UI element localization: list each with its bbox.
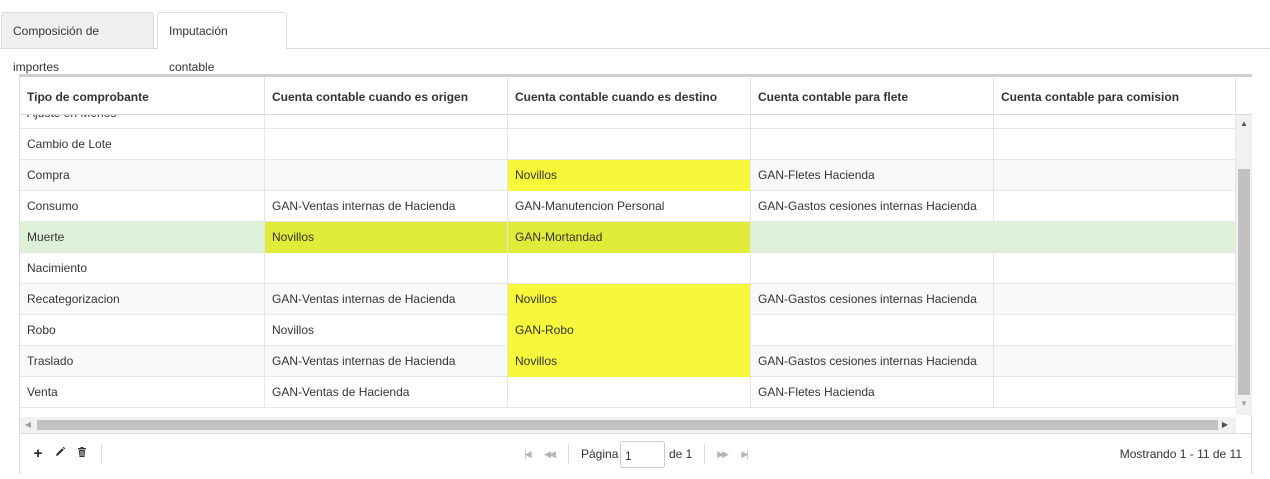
pager-separator bbox=[704, 444, 705, 464]
cell-comision bbox=[994, 377, 1236, 408]
cell-comision bbox=[994, 284, 1236, 315]
cell-comision bbox=[994, 253, 1236, 284]
cell-destino bbox=[508, 377, 751, 408]
cell-origen bbox=[265, 115, 508, 129]
cell-origen: GAN-Ventas internas de Hacienda bbox=[265, 346, 508, 377]
cell-destino: Novillos bbox=[508, 284, 751, 315]
trash-icon[interactable] bbox=[74, 446, 90, 462]
cell-flete: GAN-Gastos cesiones internas Hacienda bbox=[751, 346, 994, 377]
table-row[interactable]: Traslado GAN-Ventas internas de Hacienda… bbox=[20, 346, 1236, 377]
cell-tipo: Nacimiento bbox=[20, 253, 265, 284]
scroll-up-icon[interactable]: ▲ bbox=[1236, 119, 1252, 129]
scroll-down-icon[interactable]: ▼ bbox=[1236, 399, 1252, 409]
column-header-cuenta-destino[interactable]: Cuenta contable cuando es destino bbox=[508, 77, 751, 115]
column-header-cuenta-comision[interactable]: Cuenta contable para comision bbox=[994, 77, 1236, 115]
pencil-icon[interactable] bbox=[52, 446, 68, 462]
cell-flete: GAN-Fletes Hacienda bbox=[751, 160, 994, 191]
first-page-icon[interactable]: |◀ bbox=[519, 446, 535, 462]
cell-comision bbox=[994, 160, 1236, 191]
table-row[interactable]: Cambio de Lote bbox=[20, 129, 1236, 160]
cell-origen: Novillos bbox=[265, 315, 508, 346]
cell-comision bbox=[994, 129, 1236, 160]
toolbar-separator bbox=[101, 444, 102, 464]
accounting-grid: Tipo de comprobante Cuenta contable cuan… bbox=[19, 74, 1252, 474]
horizontal-scroll-thumb[interactable] bbox=[37, 420, 1218, 430]
tab-bar: Composición de importes Imputación conta… bbox=[0, 0, 1270, 74]
cell-tipo: Robo bbox=[20, 315, 265, 346]
cell-flete bbox=[751, 129, 994, 160]
record-count-label: Mostrando 1 - 11 de 11 bbox=[1119, 447, 1242, 461]
cell-tipo: Recategorizacion bbox=[20, 284, 265, 315]
cell-flete bbox=[751, 222, 994, 253]
cell-destino: GAN-Mortandad bbox=[508, 222, 751, 253]
cell-origen bbox=[265, 253, 508, 284]
cell-comision bbox=[994, 115, 1236, 129]
column-header-tipo-comprobante[interactable]: Tipo de comprobante bbox=[20, 77, 265, 115]
scroll-right-icon[interactable]: ▶ bbox=[1220, 417, 1230, 433]
cell-origen: GAN-Ventas internas de Hacienda bbox=[265, 284, 508, 315]
cell-flete: GAN-Gastos cesiones internas Hacienda bbox=[751, 284, 994, 315]
scroll-left-icon[interactable]: ◀ bbox=[23, 417, 33, 433]
horizontal-scrollbar[interactable]: ◀ ▶ bbox=[20, 417, 1236, 433]
cell-destino bbox=[508, 115, 751, 129]
header-scroll-corner bbox=[1236, 77, 1252, 115]
pager-separator bbox=[568, 444, 569, 464]
column-header-cuenta-origen[interactable]: Cuenta contable cuando es origen bbox=[265, 77, 508, 115]
plus-icon[interactable]: + bbox=[30, 446, 46, 462]
table-row[interactable]: Consumo GAN-Ventas internas de Hacienda … bbox=[20, 191, 1236, 222]
table-row[interactable]: Compra Novillos GAN-Fletes Hacienda bbox=[20, 160, 1236, 191]
cell-comision bbox=[994, 346, 1236, 377]
table-row[interactable]: Nacimiento bbox=[20, 253, 1236, 284]
cell-origen: GAN-Ventas de Hacienda bbox=[265, 377, 508, 408]
cell-origen: GAN-Ventas internas de Hacienda bbox=[265, 191, 508, 222]
page-count-label: de 1 bbox=[669, 447, 693, 461]
cell-flete bbox=[751, 315, 994, 346]
cell-flete bbox=[751, 253, 994, 284]
table-row[interactable]: Ajuste en Menos bbox=[20, 115, 1236, 129]
cell-comision bbox=[994, 191, 1236, 222]
cell-destino bbox=[508, 253, 751, 284]
cell-tipo: Consumo bbox=[20, 191, 265, 222]
cell-destino bbox=[508, 129, 751, 160]
tab-composicion-importes[interactable]: Composición de importes bbox=[1, 12, 154, 74]
cell-flete bbox=[751, 115, 994, 129]
grid-body: Ajuste en Menos Cambio de Lote Compra No… bbox=[20, 115, 1236, 415]
cell-destino: GAN-Manutencion Personal bbox=[508, 191, 751, 222]
table-row[interactable]: Recategorizacion GAN-Ventas internas de … bbox=[20, 284, 1236, 315]
next-page-icon[interactable]: ▶▶ bbox=[714, 446, 730, 462]
cell-flete: GAN-Gastos cesiones internas Hacienda bbox=[751, 191, 994, 222]
grid-header: Tipo de comprobante Cuenta contable cuan… bbox=[20, 77, 1236, 115]
table-row[interactable]: Robo Novillos GAN-Robo bbox=[20, 315, 1236, 346]
vertical-scroll-thumb[interactable] bbox=[1238, 169, 1250, 395]
cell-origen bbox=[265, 160, 508, 191]
cell-destino: Novillos bbox=[508, 160, 751, 191]
cell-tipo: Cambio de Lote bbox=[20, 129, 265, 160]
pager-toolbar: + |◀ ◀◀ Página de 1 ▶▶ ▶| Mostrando 1 - bbox=[20, 433, 1251, 474]
cell-flete: GAN-Fletes Hacienda bbox=[751, 377, 994, 408]
vertical-scrollbar[interactable]: ▲ ▼ bbox=[1236, 115, 1252, 415]
cell-origen: Novillos bbox=[265, 222, 508, 253]
cell-tipo: Traslado bbox=[20, 346, 265, 377]
cell-tipo: Compra bbox=[20, 160, 265, 191]
page-number-input[interactable] bbox=[620, 441, 665, 468]
prev-page-icon[interactable]: ◀◀ bbox=[541, 446, 557, 462]
cell-tipo: Ajuste en Menos bbox=[20, 115, 265, 129]
cell-tipo: Muerte bbox=[20, 222, 265, 253]
pencil-icon-svg bbox=[56, 446, 66, 456]
cell-destino: GAN-Robo bbox=[508, 315, 751, 346]
last-page-icon[interactable]: ▶| bbox=[736, 446, 752, 462]
cell-origen bbox=[265, 129, 508, 160]
column-header-cuenta-flete[interactable]: Cuenta contable para flete bbox=[751, 77, 994, 115]
table-row[interactable]: Venta GAN-Ventas de Hacienda GAN-Fletes … bbox=[20, 377, 1236, 408]
cell-comision bbox=[994, 315, 1236, 346]
cell-comision bbox=[994, 222, 1236, 253]
cell-destino: Novillos bbox=[508, 346, 751, 377]
trash-icon-svg bbox=[78, 447, 86, 457]
table-row-selected[interactable]: Muerte Novillos GAN-Mortandad bbox=[20, 222, 1236, 253]
page-label: Página bbox=[581, 447, 619, 461]
tab-imputacion-contable[interactable]: Imputación contable bbox=[157, 12, 287, 74]
cell-tipo: Venta bbox=[20, 377, 265, 408]
